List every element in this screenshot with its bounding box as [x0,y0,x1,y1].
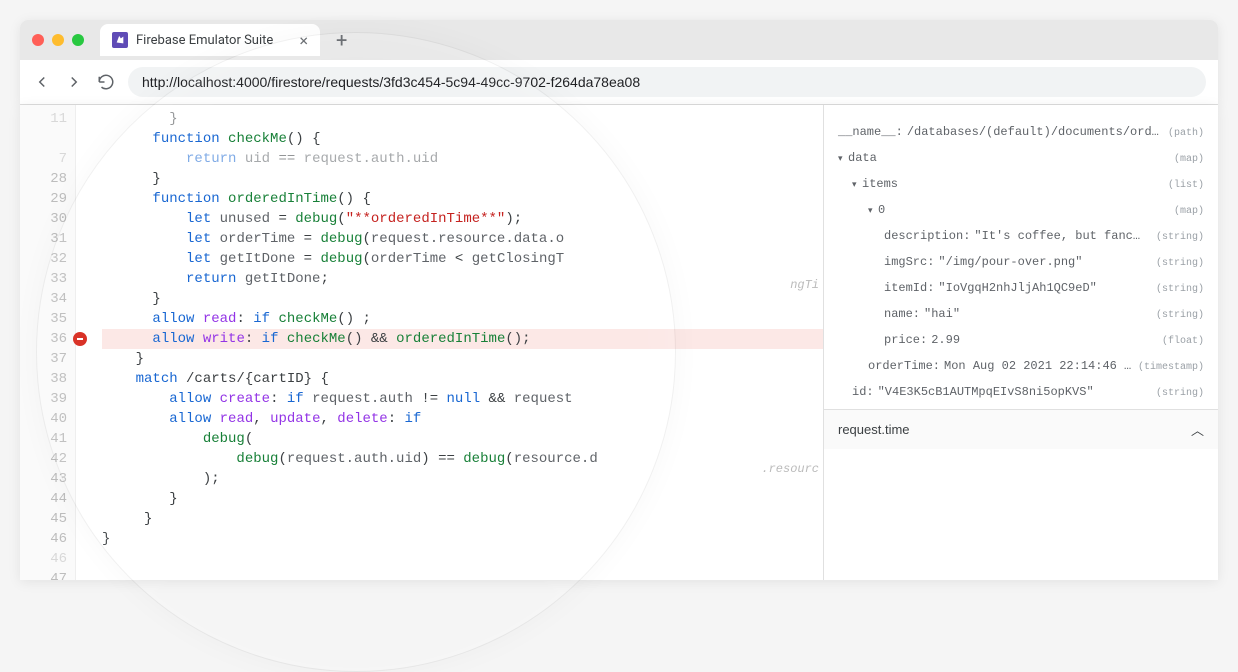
back-button[interactable] [32,72,52,92]
code-line[interactable]: function orderedInTime() { [102,189,823,209]
line-number: 7 [20,149,67,169]
error-marker-icon[interactable] [73,332,87,346]
line-number: 41 [20,429,67,449]
field-row: imgSrc:"/img/pour-over.png"(string) [838,249,1204,275]
line-number: 11 [20,109,67,129]
line-number: 35 [20,309,67,329]
code-line[interactable]: } [102,109,823,129]
code-line[interactable] [102,549,823,569]
code-line[interactable]: let getItDone = debug(orderTime < getClo… [102,249,823,269]
window-controls [32,34,84,46]
code-line[interactable]: } [102,509,823,529]
caret-down-icon [838,151,848,165]
firebase-favicon-icon [112,32,128,48]
line-number: 37 [20,349,67,369]
url-input[interactable] [128,67,1206,97]
forward-button[interactable] [64,72,84,92]
line-number: 45 [20,509,67,529]
field-data[interactable]: data (map) [838,145,1204,171]
caret-down-icon [868,203,878,217]
code-line[interactable]: return uid == request.auth.uid [102,149,823,169]
reload-button[interactable] [96,72,116,92]
line-number: 32 [20,249,67,269]
line-gutter: 1172829303132333435363738394041424344454… [20,105,76,580]
caret-down-icon [852,177,862,191]
line-number: 44 [20,489,67,509]
field-id: id: "V4E3K5cB1AUTMpqEIvS8ni5opKVS" (stri… [838,379,1204,405]
field-ordertime: orderTime: Mon Aug 02 2021 22:14:46 GM… … [838,353,1204,379]
code-line[interactable]: let orderTime = debug(request.resource.d… [102,229,823,249]
code-line[interactable]: match /carts/{cartID} { [102,369,823,389]
line-number: 31 [20,229,67,249]
request-time-label: request.time [838,422,910,437]
rules-code-panel: 1172829303132333435363738394041424344454… [20,105,824,580]
line-number: 47 [20,569,67,580]
line-number: 42 [20,449,67,469]
tab-bar: Firebase Emulator Suite × + [20,20,1218,60]
chevron-up-icon: ︿ [1191,420,1204,439]
field-row: description:"It's coffee, but fanc…(stri… [838,223,1204,249]
line-number: 38 [20,369,67,389]
code-line[interactable]: allow create: if request.auth != null &&… [102,389,823,409]
emulator-content: 1172829303132333435363738394041424344454… [20,105,1218,580]
code-line[interactable]: allow write: if checkMe() && orderedInTi… [102,329,823,349]
code-line[interactable]: return getItDone; [102,269,823,289]
code-line[interactable]: debug(request.auth.uid) == debug(resourc… [102,449,823,469]
line-number: 43 [20,469,67,489]
code-body[interactable]: } function checkMe() { return uid == req… [76,105,823,580]
field-index-0[interactable]: 0 (map) [838,197,1204,223]
field-row: name:"hai"(string) [838,301,1204,327]
new-tab-button[interactable]: + [328,28,355,52]
request-inspector-panel: __name__: /databases/(default)/documents… [824,105,1218,580]
browser-tab[interactable]: Firebase Emulator Suite × [100,24,320,56]
address-bar [20,60,1218,104]
request-time-section[interactable]: request.time ︿ [824,409,1218,449]
line-number: 30 [20,209,67,229]
code-line[interactable]: allow read, update, delete: if [102,409,823,429]
code-line[interactable]: } [102,349,823,369]
line-number [20,129,67,149]
line-number: 28 [20,169,67,189]
line-number: 40 [20,409,67,429]
code-line[interactable]: } [102,289,823,309]
line-number: 46 [20,529,67,549]
line-number: 34 [20,289,67,309]
code-line[interactable]: ); [102,469,823,489]
close-window-icon[interactable] [32,34,44,46]
code-line[interactable]: } [102,489,823,509]
field-name: __name__: /databases/(default)/documents… [838,119,1204,145]
code-line[interactable]: let unused = debug("**orderedInTime**"); [102,209,823,229]
field-items[interactable]: items (list) [838,171,1204,197]
code-line[interactable]: } [102,169,823,189]
browser-window: Firebase Emulator Suite × + [20,20,1218,105]
code-line[interactable]: } [102,529,823,549]
code-line[interactable]: allow read: if checkMe() ; [102,309,823,329]
minimize-window-icon[interactable] [52,34,64,46]
code-line[interactable]: debug( [102,429,823,449]
field-row: itemId:"IoVgqH2nhJljAh1QC9eD"(string) [838,275,1204,301]
line-number: 39 [20,389,67,409]
line-number: 36 [20,329,67,349]
code-line[interactable] [102,569,823,580]
line-number: 46 [20,549,67,569]
close-tab-icon[interactable]: × [299,31,308,50]
line-number: 33 [20,269,67,289]
code-line[interactable]: function checkMe() { [102,129,823,149]
maximize-window-icon[interactable] [72,34,84,46]
field-row: price:2.99(float) [838,327,1204,353]
tab-title: Firebase Emulator Suite [136,33,273,48]
line-number: 29 [20,189,67,209]
